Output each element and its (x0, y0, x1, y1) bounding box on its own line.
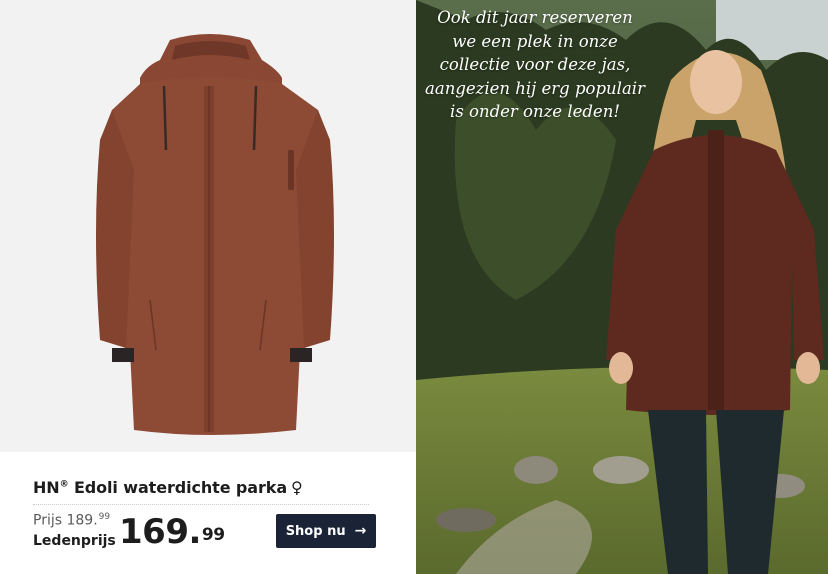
product-card[interactable]: HN® Edoli waterdichte parka ♀ Prijs 189.9… (0, 0, 416, 574)
female-icon: ♀ (291, 478, 303, 497)
registered-mark: ® (59, 479, 69, 490)
regular-price: Prijs 189.99 (33, 512, 110, 529)
product-info: HN® Edoli waterdichte parka ♀ Prijs 189.9… (0, 452, 416, 574)
arrow-right-icon: → (354, 523, 367, 539)
product-name: Edoli waterdichte parka (68, 478, 288, 497)
quote-text: Ook dit jaar reserveren we een plek in o… (425, 8, 645, 121)
shop-now-label: Shop nu (285, 523, 346, 539)
price-decimals: 99 (98, 512, 111, 522)
member-price-label: Ledenprijs (33, 533, 116, 549)
parka-illustration (0, 0, 416, 452)
member-price-value: 169. (119, 512, 201, 552)
product-title[interactable]: HN® Edoli waterdichte parka ♀ (33, 478, 303, 497)
brand-name: HN (33, 478, 60, 497)
product-image[interactable] (0, 0, 416, 452)
member-price: 169.99 (119, 510, 225, 554)
shop-now-button[interactable]: Shop nu → (276, 514, 376, 548)
price-label: Prijs (33, 512, 63, 529)
price-value: 189. (66, 512, 98, 529)
divider (33, 504, 369, 505)
member-price-decimals: 99 (201, 525, 225, 545)
